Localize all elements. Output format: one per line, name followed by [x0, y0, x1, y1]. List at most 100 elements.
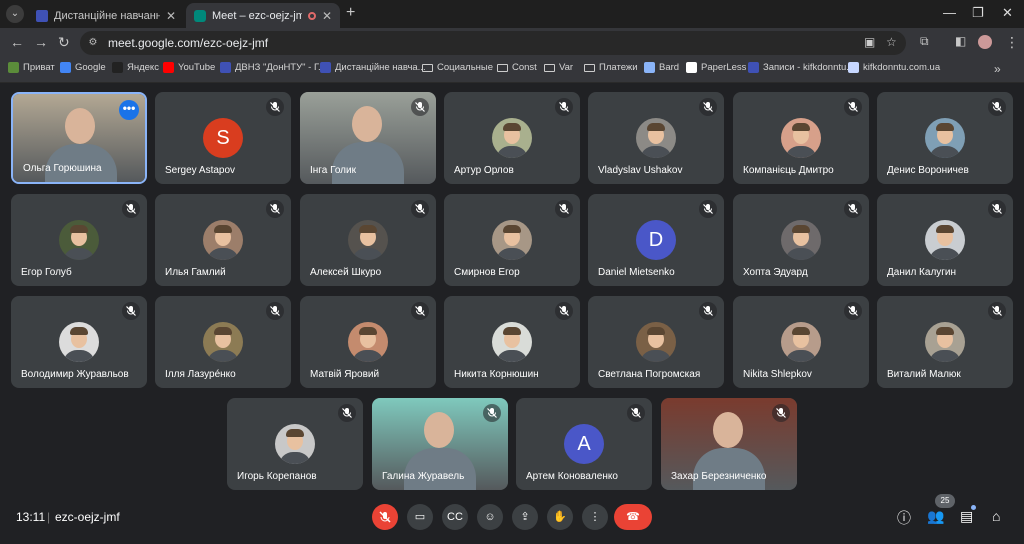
bookmark-label: Var	[559, 62, 574, 73]
restore-icon[interactable]: ❐	[972, 5, 984, 21]
present-button[interactable]: ⇪	[512, 504, 538, 530]
bookmark-item[interactable]: PaperLess	[686, 62, 746, 73]
bookmark-label: Const	[512, 62, 537, 73]
participant-tile[interactable]: Володимир Журавльов	[11, 296, 147, 388]
participant-tile[interactable]: Ілля Лазурéнко	[155, 296, 291, 388]
mic-muted-icon	[266, 98, 284, 116]
participant-count-badge: 25	[935, 494, 955, 508]
participant-name: Никита Корнюшин	[454, 369, 539, 380]
bookmark-star-icon[interactable]: ☆	[886, 35, 897, 49]
bookmark-label: Платежи	[599, 62, 638, 73]
close-tab-icon[interactable]: ✕	[166, 9, 176, 23]
site-info-icon[interactable]: ⚙	[86, 36, 100, 50]
participant-tile[interactable]: Захар Березниченко	[661, 398, 797, 490]
participant-tile[interactable]: ••• Ольга Горюшина	[11, 92, 147, 184]
participant-tile[interactable]: Илья Гамлий	[155, 194, 291, 286]
participant-name: Матвій Яровий	[310, 369, 380, 380]
participant-tile[interactable]: Игорь Корепанов	[227, 398, 363, 490]
bookmark-item[interactable]: Яндекс	[112, 62, 159, 73]
activities-icon[interactable]: ⌂	[992, 508, 1000, 524]
mic-muted-icon	[338, 404, 356, 422]
mic-muted-icon	[844, 302, 862, 320]
participant-tile[interactable]: Галина Журавель	[372, 398, 508, 490]
browser-tab-2[interactable]: Meet – ezc-oejz-jmf ✕	[186, 3, 340, 28]
participant-tile[interactable]: Никита Корнюшин	[444, 296, 580, 388]
bookmark-item[interactable]: Google	[60, 62, 106, 73]
participant-tile[interactable]: Денис Вороничев	[877, 92, 1013, 184]
letter-avatar: S	[203, 118, 243, 158]
chat-icon[interactable]: ▤	[960, 508, 973, 525]
forward-icon[interactable]: →	[34, 34, 48, 50]
camera-button[interactable]: ▭	[407, 504, 433, 530]
mic-off-button[interactable]	[372, 504, 398, 530]
participant-name: Daniel Mietsenko	[598, 267, 675, 278]
participant-tile[interactable]: Егор Голуб	[11, 194, 147, 286]
participant-tile[interactable]: Алексей Шкуро	[300, 194, 436, 286]
tab-search-chevron-icon[interactable]: ⌄	[6, 5, 24, 23]
more-options-button[interactable]: ⋮	[582, 504, 608, 530]
bookmark-item[interactable]: kifkdonntu.com.ua	[848, 62, 940, 73]
bookmark-label: PaperLess	[701, 62, 747, 73]
captions-button[interactable]: CC	[442, 504, 468, 530]
mic-muted-icon	[988, 98, 1006, 116]
bookmark-item[interactable]: ДВНЗ "ДонНТУ" - Г...	[220, 62, 326, 73]
bookmark-label: kifkdonntu.com.ua	[863, 62, 941, 73]
raise-hand-button[interactable]: ✋	[547, 504, 573, 530]
mic-muted-icon	[122, 200, 140, 218]
mic-muted-icon	[844, 200, 862, 218]
participant-tile[interactable]: Смирнов Егор	[444, 194, 580, 286]
bookmark-item[interactable]: Var	[544, 62, 573, 73]
participant-tile[interactable]: Данил Калугин	[877, 194, 1013, 286]
avatar	[348, 220, 388, 260]
reload-icon[interactable]: ↻	[58, 34, 70, 51]
avatar	[636, 118, 676, 158]
minimize-icon[interactable]: —	[943, 5, 956, 20]
participant-tile[interactable]: Інга Голик	[300, 92, 436, 184]
bookmark-item[interactable]: Bard	[644, 62, 679, 73]
camera-icon[interactable]: ▣	[864, 35, 875, 49]
participant-tile[interactable]: Компанієць Дмитро	[733, 92, 869, 184]
participant-name: Егор Голуб	[21, 267, 72, 278]
participant-tile[interactable]: A Артем Коноваленко	[516, 398, 652, 490]
tile-more-button[interactable]: •••	[119, 100, 139, 120]
participant-tile[interactable]: S Sergey Astapov	[155, 92, 291, 184]
emoji-button[interactable]: ☺	[477, 504, 503, 530]
mic-muted-icon	[555, 302, 573, 320]
menu-icon[interactable]: ⋮	[1005, 34, 1019, 51]
bookmark-item[interactable]: Социальные	[422, 62, 493, 73]
participant-name: Nikita Shlepkov	[743, 369, 812, 380]
back-icon[interactable]: ←	[10, 34, 24, 50]
more-bookmarks-icon[interactable]: »	[994, 62, 1001, 76]
bookmark-item[interactable]: Приват	[8, 62, 55, 73]
profile-avatar[interactable]	[978, 35, 992, 49]
avatar	[59, 220, 99, 260]
avatar	[781, 322, 821, 362]
bookmark-item[interactable]: Const	[497, 62, 537, 73]
participant-tile[interactable]: Светлана Погромская	[588, 296, 724, 388]
address-bar[interactable]: ⚙ meet.google.com/ezc-oejz-jmf ▣ ☆	[80, 31, 906, 55]
close-tab-icon[interactable]: ✕	[322, 9, 332, 23]
bookmark-item[interactable]: YouTube	[163, 62, 215, 73]
bookmark-item[interactable]: Платежи	[584, 62, 638, 73]
people-icon[interactable]: 👥	[927, 508, 944, 525]
browser-tab-1[interactable]: Дистанційне навчання в ВСП ✕	[28, 3, 184, 28]
participant-tile[interactable]: D Daniel Mietsenko	[588, 194, 724, 286]
avatar	[781, 220, 821, 260]
participant-tile[interactable]: Vladyslav Ushakov	[588, 92, 724, 184]
participant-name: Володимир Журавльов	[21, 369, 129, 380]
bookmark-item[interactable]: Дистанційне навча...	[320, 62, 426, 73]
extensions-icon[interactable]: ⧉	[920, 34, 929, 49]
side-panel-icon[interactable]: ◧	[955, 34, 966, 48]
mic-muted-icon	[266, 302, 284, 320]
participant-tile[interactable]: Nikita Shlepkov	[733, 296, 869, 388]
participant-tile[interactable]: Матвій Яровий	[300, 296, 436, 388]
participant-tile[interactable]: Хопта Эдуард	[733, 194, 869, 286]
leave-call-button[interactable]: ☎	[614, 504, 652, 530]
new-tab-icon[interactable]: +	[346, 4, 355, 22]
bookmark-item[interactable]: Записи - kifkdonntu...	[748, 62, 854, 73]
close-window-icon[interactable]: ✕	[1002, 5, 1013, 21]
info-icon[interactable]: ⓘ	[897, 508, 911, 528]
mic-muted-icon	[266, 200, 284, 218]
participant-tile[interactable]: Артур Орлов	[444, 92, 580, 184]
participant-tile[interactable]: Виталий Малюк	[877, 296, 1013, 388]
